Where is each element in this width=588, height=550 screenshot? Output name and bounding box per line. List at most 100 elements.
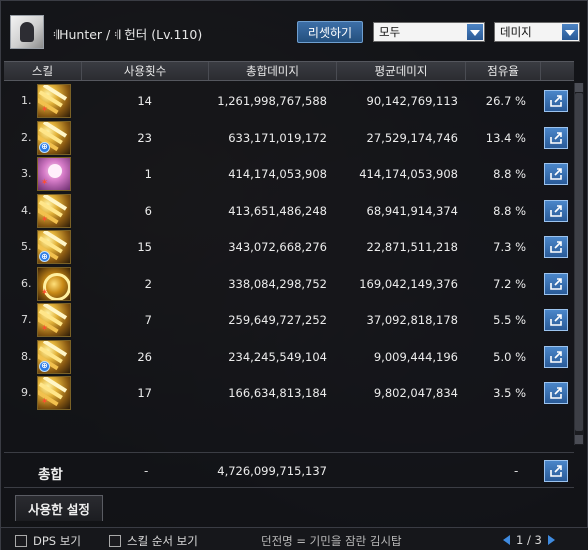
pager: 1 / 3: [503, 533, 555, 547]
reset-button[interactable]: 리셋하기: [297, 21, 363, 43]
red-element-badge-icon: ✶: [40, 324, 49, 334]
checkbox-box[interactable]: [109, 535, 121, 547]
total-share: -: [514, 464, 519, 478]
row-share: 5.0 %: [493, 349, 526, 364]
scroll-down-arrow[interactable]: [575, 435, 583, 444]
gold-arrow-icon: ⊕: [37, 120, 71, 155]
row-rank: 4.: [21, 203, 32, 217]
share-button[interactable]: [544, 309, 568, 331]
filter-select-value: 모두: [379, 25, 401, 39]
row-uses: 23: [137, 130, 152, 145]
share-icon: [550, 95, 562, 107]
row-total-damage: 259,649,727,252: [228, 313, 327, 327]
column-header-total-damage[interactable]: 총합데미지: [209, 62, 337, 80]
share-button[interactable]: [544, 272, 568, 295]
column-header-share[interactable]: 점유율: [466, 62, 541, 80]
sort-select[interactable]: 데미지: [494, 22, 580, 42]
tab-used-settings[interactable]: 사용한 설정: [15, 495, 103, 521]
row-uses: 6: [144, 203, 152, 218]
total-row: 총합 - 4,726,099,715,137 -: [4, 452, 574, 488]
row-average-damage: 22,871,511,218: [366, 240, 458, 254]
share-button[interactable]: [544, 199, 568, 222]
row-average-damage: 9,802,047,834: [373, 386, 458, 400]
share-button[interactable]: [544, 126, 568, 149]
table-row: 7. ✶ 7 259,649,727,252 37,092,818,178 5.…: [4, 302, 574, 339]
skill-order-checkbox[interactable]: 스킬 순서 보기: [109, 533, 198, 549]
table-row: 9. ✶ 17 166,634,813,184 9,802,047,834 3.…: [4, 375, 574, 412]
checkbox-box[interactable]: [15, 535, 27, 547]
table-row: 3. ✶ 1 414,174,053,908 414,174,053,908 8…: [4, 156, 574, 193]
row-rank: 7.: [21, 313, 32, 326]
row-share: 13.4 %: [485, 130, 526, 145]
chevron-down-icon[interactable]: [562, 24, 578, 40]
next-page-arrow-icon[interactable]: [547, 535, 555, 545]
column-header-skill[interactable]: 스킬: [4, 62, 82, 80]
share-button[interactable]: [544, 236, 568, 258]
gold-arrow-icon: ✶: [37, 376, 71, 410]
table-header: 스킬 사용횟수 총합데미지 평균데미지 점유율: [4, 61, 574, 81]
character-title: 𝄇Hunter / 𝄇 헌터 (Lv.110): [53, 27, 203, 42]
share-icon: [550, 168, 562, 180]
column-header-uses[interactable]: 사용횟수: [82, 62, 209, 80]
skill-order-checkbox-label: 스킬 순서 보기: [127, 534, 198, 548]
share-icon: [550, 387, 562, 399]
gold-arrow-icon: ⊕: [37, 230, 71, 264]
red-element-badge-icon: ✶: [40, 178, 49, 188]
row-average-damage: 37,092,818,178: [366, 313, 458, 327]
scrollbar-thumb[interactable]: [575, 93, 583, 431]
share-icon: [550, 277, 562, 290]
row-rank: 8.: [21, 349, 32, 363]
row-share: 8.8 %: [493, 203, 526, 218]
row-rank: 5.: [21, 240, 32, 253]
character-avatar: [10, 15, 44, 49]
row-share: 5.5 %: [493, 313, 526, 327]
filter-select[interactable]: 모두: [373, 22, 485, 42]
share-icon: [550, 350, 562, 363]
dps-checkbox-label: DPS 보기: [33, 534, 81, 548]
gold-arrow-icon: ⊕: [37, 339, 71, 374]
row-total-damage: 1,261,998,767,588: [217, 94, 327, 108]
footer-bar: DPS 보기 스킬 순서 보기 던전명 = 기민을 잠란 김시탑 1 / 3: [1, 527, 588, 550]
red-element-badge-icon: ✶: [40, 214, 49, 225]
total-label: 총합: [38, 467, 63, 483]
row-uses: 2: [144, 276, 152, 291]
skill-damage-panel: 𝄇Hunter / 𝄇 헌터 (Lv.110) 리셋하기 모두 데미지 스킬 사…: [0, 0, 588, 550]
gold-strike-icon: ✶: [37, 84, 71, 118]
column-header-actions: [541, 62, 574, 80]
gold-strike-icon: ✶: [37, 303, 71, 337]
row-share: 7.2 %: [493, 276, 526, 291]
share-button[interactable]: [544, 345, 568, 368]
share-button[interactable]: [544, 382, 568, 404]
table-row: 4. ✶ 6 413,651,486,248 68,941,914,374 8.…: [4, 193, 574, 230]
scroll-up-arrow[interactable]: [575, 83, 583, 92]
share-icon: [550, 465, 562, 477]
crosshair-icon: ✶: [37, 266, 71, 301]
row-uses: 7: [144, 313, 152, 327]
blue-element-badge-icon: ⊕: [39, 141, 50, 153]
panel-header: 𝄇Hunter / 𝄇 헌터 (Lv.110) 리셋하기 모두 데미지: [1, 1, 588, 57]
dps-checkbox[interactable]: DPS 보기: [15, 533, 81, 549]
row-rank: 2.: [21, 130, 32, 144]
column-header-average-damage[interactable]: 평균데미지: [337, 62, 466, 80]
row-total-damage: 414,174,053,908: [228, 167, 327, 181]
row-average-damage: 90,142,769,113: [366, 94, 458, 108]
share-button[interactable]: [544, 163, 568, 185]
row-total-damage: 234,245,549,104: [228, 349, 327, 364]
red-element-badge-icon: ✶: [40, 105, 49, 115]
row-average-damage: 68,941,914,374: [366, 203, 458, 218]
row-uses: 15: [137, 240, 152, 254]
row-total-damage: 338,084,298,752: [228, 276, 327, 291]
share-button[interactable]: [544, 460, 568, 482]
share-icon: [550, 314, 562, 326]
chevron-down-icon[interactable]: [467, 24, 483, 40]
table-row: 8. ⊕ 26 234,245,549,104 9,009,444,196 5.…: [4, 339, 574, 376]
red-element-badge-icon: ✶: [40, 287, 49, 298]
row-uses: 17: [137, 386, 152, 400]
share-button[interactable]: [544, 90, 568, 112]
row-uses: 26: [137, 349, 152, 364]
gold-burst-icon: ✶: [37, 193, 71, 228]
dungeon-caption: 던전명 = 기민을 잠란 김시탑: [261, 534, 402, 548]
sort-select-value: 데미지: [500, 25, 532, 39]
prev-page-arrow-icon[interactable]: [503, 535, 510, 545]
red-element-badge-icon: ✶: [40, 397, 49, 407]
